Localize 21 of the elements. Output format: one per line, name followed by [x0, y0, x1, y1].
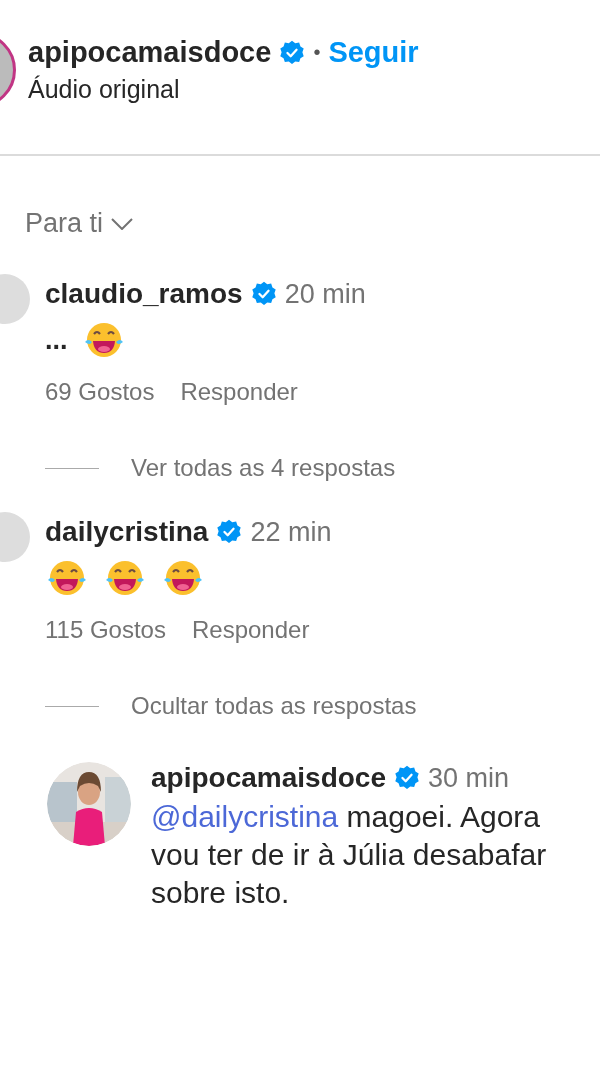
reply-button[interactable]: Responder — [180, 378, 298, 406]
reply-text: @dailycristina magoei. Agora vou ter de ir à Júlia desabafar sobre isto. — [151, 799, 548, 911]
replies-toggle[interactable]: Ver todas as 4 respostas — [131, 454, 396, 482]
sort-dropdown[interactable]: Para ti — [25, 208, 134, 239]
username[interactable]: dailycristina — [45, 516, 209, 548]
username[interactable]: apipocamaisdoce — [28, 36, 272, 69]
replies-toggle[interactable]: Ocultar todas as respostas — [131, 692, 417, 720]
like-count: 115 Gostos — [45, 616, 166, 644]
separator-dot: • — [313, 41, 321, 64]
username[interactable]: apipocamaisdoce — [151, 762, 386, 794]
timestamp: 30 min — [428, 762, 510, 794]
timestamp: 22 min — [250, 516, 332, 548]
like-count: 69 Gostos — [45, 378, 155, 406]
follow-button[interactable]: Seguir — [328, 36, 419, 69]
reply-button[interactable]: Responder — [191, 616, 310, 644]
comment-text: ... — [45, 324, 68, 356]
username[interactable]: claudio_ramos — [45, 278, 243, 310]
chevron-down-icon — [111, 217, 134, 230]
mention-link[interactable]: @dailycristina — [151, 800, 339, 833]
timestamp: 20 min — [284, 278, 366, 310]
audio-label[interactable]: Áudio original — [28, 75, 419, 104]
